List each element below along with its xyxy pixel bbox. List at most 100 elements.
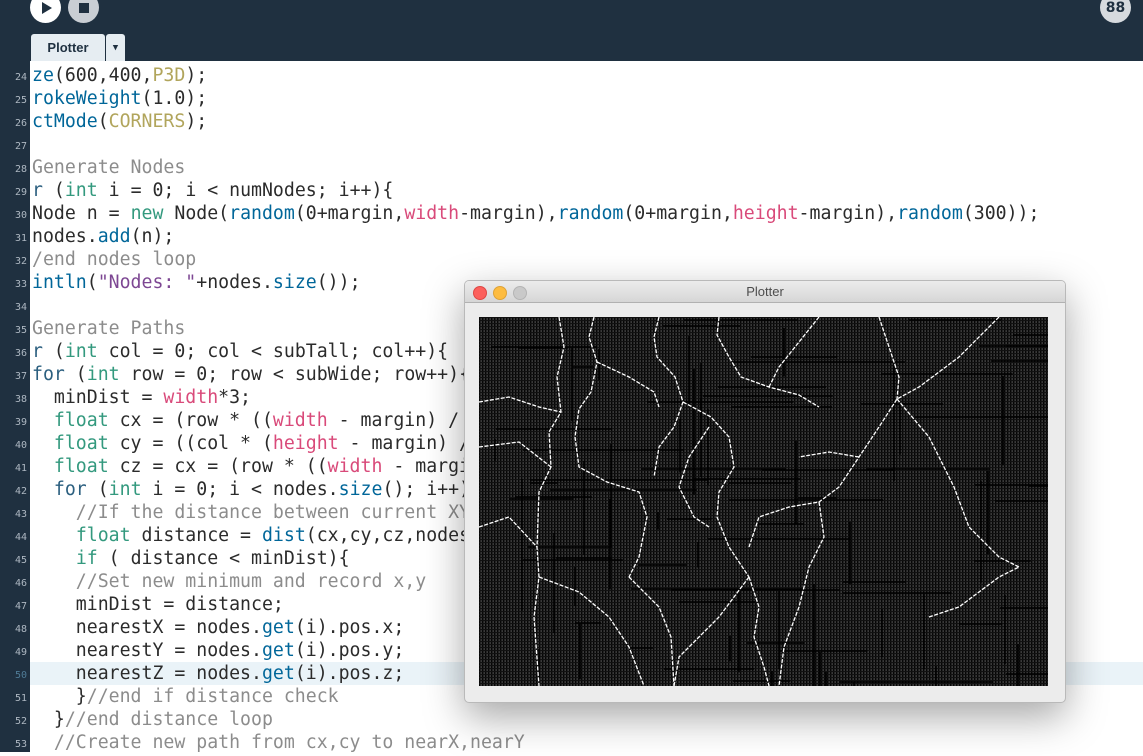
stop-icon <box>78 2 89 13</box>
line-number: 51 <box>14 693 27 704</box>
code-line[interactable]: 32/end nodes loop <box>15 248 1143 271</box>
line-number: 53 <box>14 739 27 750</box>
code-text: rokeWeight(1.0); <box>32 87 207 110</box>
code-line[interactable]: 30 Node n = new Node(random(0+margin,widt… <box>15 202 1143 225</box>
code-token: (1.0); <box>141 88 208 109</box>
code-token: ); <box>185 65 208 86</box>
line-number: 31 <box>14 233 27 244</box>
line-number: 25 <box>14 95 27 106</box>
plotter-window[interactable]: Plotter <box>464 280 1066 703</box>
code-token: "Nodes: " <box>97 272 197 293</box>
code-line[interactable]: 29 r (int i = 0; i < numNodes; i++){ <box>15 179 1143 202</box>
code-token: cy = ((col * ( <box>108 433 273 454</box>
code-token: ( <box>42 341 65 362</box>
run-button[interactable] <box>30 0 61 23</box>
line-number: 41 <box>14 463 27 474</box>
plotter-window-titlebar[interactable]: Plotter <box>465 281 1065 303</box>
code-token: float <box>75 525 131 546</box>
chevron-down-icon: ▼ <box>112 42 119 53</box>
code-token: float <box>53 410 109 431</box>
sketch-canvas[interactable] <box>479 317 1048 686</box>
code-token: float <box>53 456 109 477</box>
code-text: for (int i = 0; i < nodes.size(); i++){ <box>32 478 481 501</box>
code-token: size <box>338 479 383 500</box>
code-token: CORNERS <box>108 111 186 132</box>
code-token: i = 0; i < numNodes; i++){ <box>97 180 394 201</box>
code-text: /end nodes loop <box>32 248 196 271</box>
play-icon <box>41 1 52 14</box>
line-number: 43 <box>14 509 27 520</box>
close-icon[interactable] <box>473 286 487 300</box>
voronoi-plot-image <box>479 317 1048 686</box>
code-token: nearestX = nodes. <box>32 617 262 638</box>
line-number: 50 <box>14 670 27 681</box>
line-number: 48 <box>14 624 27 635</box>
code-token: int <box>108 479 142 500</box>
stop-button[interactable] <box>68 0 99 23</box>
line-number: 40 <box>14 440 27 451</box>
code-token: ( <box>97 111 109 132</box>
code-text: Generate Nodes <box>32 156 185 179</box>
code-token: (i).pos.x; <box>294 617 405 638</box>
code-text: //If the distance between current XY <box>32 501 470 524</box>
code-text: }//end distance loop <box>32 708 273 731</box>
code-token: i = 0; i < nodes. <box>141 479 339 500</box>
code-text: minDist = distance; <box>32 593 284 616</box>
maximize-icon[interactable] <box>513 286 527 300</box>
code-token: (cx,cy,cz,nodes <box>305 525 471 546</box>
mode-icon: 88 <box>1105 0 1126 16</box>
line-number: 44 <box>14 532 27 543</box>
tab-plotter[interactable]: Plotter <box>31 34 105 61</box>
code-line[interactable]: 53 //Create new path from cx,cy to nearX… <box>15 731 1143 752</box>
line-number: 39 <box>14 417 27 428</box>
code-line[interactable]: 24 ze(600,400,P3D); <box>15 64 1143 87</box>
line-number: 28 <box>14 164 27 175</box>
code-token: (0+margin, <box>623 203 733 224</box>
code-text: float distance = dist(cx,cy,cz,nodes <box>32 524 470 547</box>
code-token: r <box>32 180 43 201</box>
code-token: Node n = <box>32 203 131 224</box>
code-line[interactable]: 25 rokeWeight(1.0); <box>15 87 1143 110</box>
code-text: }//end if distance check <box>32 685 339 708</box>
code-token: +nodes. <box>196 272 273 293</box>
code-token: ( <box>42 180 65 201</box>
code-token: random <box>897 203 963 224</box>
code-token: //end distance loop <box>64 709 273 730</box>
code-token: ze <box>32 65 54 86</box>
code-token: row = 0; row < subWide; row++){ <box>119 364 471 385</box>
code-token: float <box>53 433 109 454</box>
code-token: nearestZ = nodes. <box>32 663 262 684</box>
code-token: r <box>32 341 43 362</box>
code-line[interactable]: 27 <box>15 133 1143 156</box>
code-token: intln <box>32 272 87 293</box>
code-token: col = 0; col < subTall; col++){ <box>97 341 449 362</box>
line-number: 32 <box>14 256 27 267</box>
tab-menu-button[interactable]: ▼ <box>106 34 125 61</box>
code-line[interactable]: 31 nodes.add(n); <box>15 225 1143 248</box>
code-token: cx = (row * (( <box>108 410 273 431</box>
minimize-icon[interactable] <box>493 286 507 300</box>
code-token: ctMode <box>32 111 98 132</box>
code-text: intln("Nodes: "+nodes.size()); <box>32 271 361 294</box>
code-token: } <box>32 709 65 730</box>
tab-bar: Plotter ▼ <box>0 33 1143 61</box>
line-number: 49 <box>14 647 27 658</box>
code-line[interactable]: 28 Generate Nodes <box>15 156 1143 179</box>
plot-background <box>479 317 1048 686</box>
code-token: (n); <box>130 226 175 247</box>
code-token: for <box>32 364 65 385</box>
code-text: Generate Paths <box>32 317 185 340</box>
line-number: 24 <box>14 72 27 83</box>
code-text: if ( distance < minDist){ <box>32 547 350 570</box>
code-token: //end if distance check <box>86 686 339 707</box>
code-text: r (int i = 0; i < numNodes; i++){ <box>32 179 393 202</box>
mode-button[interactable]: 88 <box>1100 0 1131 23</box>
code-token: ( distance < minDist){ <box>97 548 350 569</box>
code-token: width <box>404 203 460 224</box>
code-token: P3D <box>152 65 186 86</box>
line-number: 45 <box>14 555 27 566</box>
code-line[interactable]: 52 }//end distance loop <box>15 708 1143 731</box>
code-token: -margin), <box>798 203 898 224</box>
code-line[interactable]: 26 ctMode(CORNERS); <box>15 110 1143 133</box>
